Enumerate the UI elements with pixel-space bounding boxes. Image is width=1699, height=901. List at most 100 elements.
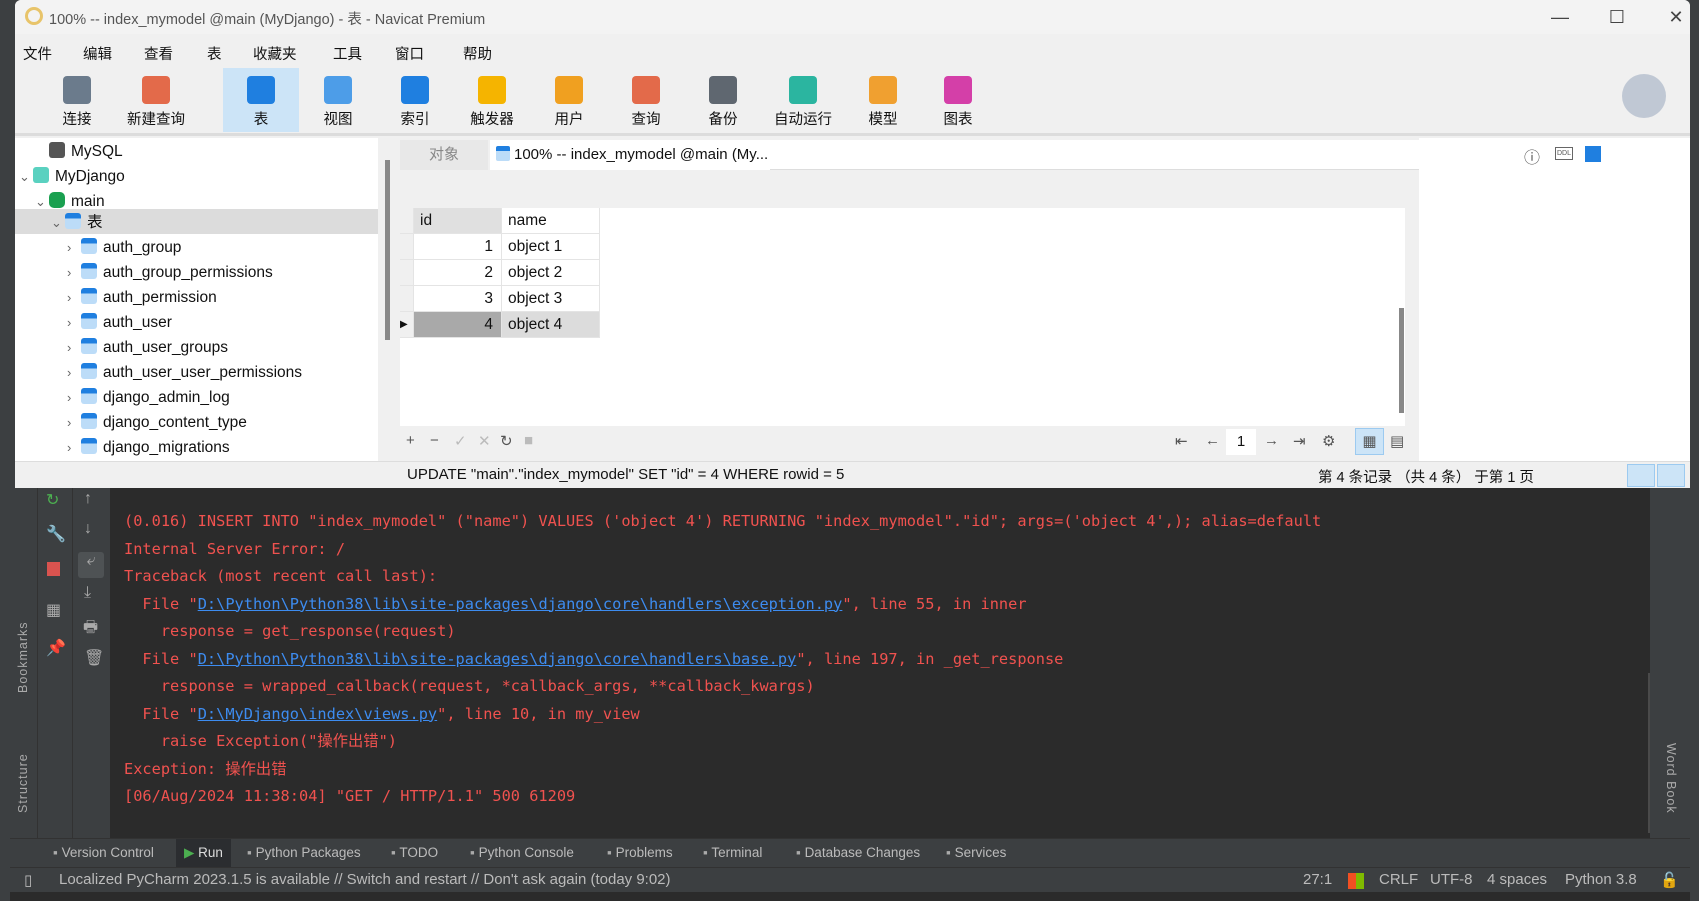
tree-table-item[interactable]: › django_migrations <box>67 435 230 460</box>
cell-id[interactable]: 3 <box>414 286 502 312</box>
first-page-icon[interactable]: ⇤ <box>1175 432 1188 450</box>
console-output[interactable]: (0.016) INSERT INTO "index_mymodel" ("na… <box>124 508 1321 811</box>
tree-table-item[interactable]: › auth_permission <box>67 285 217 310</box>
lock-icon[interactable]: 🔓 <box>1660 871 1679 889</box>
delete-record-icon[interactable]: − <box>430 432 439 449</box>
python-interpreter[interactable]: Python 3.8 <box>1565 871 1637 888</box>
tree-connection-mydjango[interactable]: ⌄ MyDjango <box>19 164 125 189</box>
scroll-to-end-icon[interactable]: ⤓ <box>84 584 91 602</box>
chevron-icon[interactable]: › <box>67 360 81 385</box>
chevron-icon[interactable]: › <box>67 435 81 460</box>
trash-icon[interactable]: 🗑 <box>84 648 104 668</box>
chevron-icon[interactable]: ⌄ <box>51 210 65 235</box>
line-separator[interactable]: CRLF <box>1379 871 1418 888</box>
discard-icon[interactable]: ✕ <box>478 432 491 450</box>
cell-id[interactable]: 1 <box>414 234 502 260</box>
chevron-icon[interactable]: › <box>67 335 81 360</box>
prev-page-icon[interactable]: ← <box>1205 432 1220 449</box>
toolbar-robot-button[interactable]: 自动运行 <box>765 68 841 132</box>
settings-icon[interactable]: ⚙ <box>1322 432 1335 450</box>
chevron-icon[interactable]: › <box>67 285 81 310</box>
row-selector[interactable] <box>400 234 414 260</box>
structure-tab[interactable]: Structure <box>16 753 30 813</box>
tool-tab-database-changes[interactable]: ▪ Database Changes <box>796 845 920 860</box>
apply-icon[interactable]: ✓ <box>454 432 467 450</box>
row-selector[interactable]: ▶ <box>400 312 414 338</box>
file-encoding[interactable]: UTF-8 <box>1430 871 1473 888</box>
tree-scrollbar[interactable] <box>385 160 390 340</box>
menu-file[interactable]: 文件 <box>23 43 52 64</box>
cell-id[interactable]: 2 <box>414 260 502 286</box>
tree-table-item[interactable]: › auth_group <box>67 235 181 260</box>
word-book-tab[interactable]: Word Book <box>1664 743 1678 814</box>
print-icon[interactable]: 🖶 <box>83 616 98 643</box>
arrow-down-icon[interactable]: ↓ <box>84 520 92 538</box>
tool-tab-version-control[interactable]: ▪ Version Control <box>53 845 154 860</box>
tool-tab-todo[interactable]: ▪ TODO <box>391 845 438 860</box>
chevron-icon[interactable]: › <box>67 310 81 335</box>
close-button[interactable]: ✕ <box>1656 4 1690 30</box>
cell-id[interactable]: 4 <box>414 312 502 338</box>
caret-position[interactable]: 27:1 <box>1303 871 1332 888</box>
toolbar-index-button[interactable]: 索引 <box>377 68 453 132</box>
stop-icon[interactable] <box>47 562 60 576</box>
menu-favorites[interactable]: 收藏夹 <box>253 43 297 64</box>
toolbar-backup-button[interactable]: 备份 <box>685 68 761 132</box>
chevron-icon[interactable]: › <box>67 235 81 260</box>
toolbar-plug-button[interactable]: 连接 <box>39 68 115 132</box>
stop-icon[interactable]: ■ <box>524 432 533 449</box>
tool-tab-run[interactable]: ▶ Run <box>176 839 231 868</box>
layout-icon[interactable]: ▦ <box>46 600 61 620</box>
menu-edit[interactable]: 编辑 <box>83 43 112 64</box>
bookmarks-tab[interactable]: Bookmarks <box>16 621 30 693</box>
row-selector[interactable] <box>400 260 414 286</box>
tree-table-item[interactable]: › django_admin_log <box>67 385 230 410</box>
status-message[interactable]: Localized PyCharm 2023.1.5 is available … <box>59 871 671 888</box>
toolbar-trigger-button[interactable]: 触发器 <box>454 68 530 132</box>
tab-objects[interactable]: 对象 <box>400 140 488 170</box>
toolbar-query-button[interactable]: 查询 <box>608 68 684 132</box>
tool-tab-python-console[interactable]: ▪ Python Console <box>470 845 574 860</box>
toggle-right-panel-icon[interactable] <box>1657 464 1685 487</box>
tool-tab-problems[interactable]: ▪ Problems <box>607 845 673 860</box>
grid-scrollbar[interactable] <box>1399 308 1404 413</box>
row-selector[interactable] <box>400 286 414 312</box>
toggle-left-panel-icon[interactable] <box>1627 464 1655 487</box>
tree-table-item[interactable]: › auth_user_groups <box>67 335 228 360</box>
tree-table-item[interactable]: › auth_user_user_permissions <box>67 360 302 385</box>
grid-layout-icon[interactable] <box>1585 146 1601 162</box>
menu-tools[interactable]: 工具 <box>333 43 362 64</box>
add-record-icon[interactable]: + <box>406 432 415 449</box>
soft-wrap-icon[interactable]: ⤶ <box>78 552 104 578</box>
refresh-icon[interactable]: ↻ <box>500 432 513 450</box>
cell-name[interactable]: object 3 <box>502 286 600 312</box>
indent-setting[interactable]: 4 spaces <box>1487 871 1547 888</box>
toolbar-table-button[interactable]: 表 <box>223 68 299 132</box>
info-icon[interactable]: ⓘ <box>1524 144 1540 168</box>
form-view-icon[interactable]: ▤ <box>1390 432 1404 450</box>
next-page-icon[interactable]: → <box>1264 432 1279 449</box>
column-header-id[interactable]: id <box>414 208 502 234</box>
tool-tab-terminal[interactable]: ▪ Terminal <box>703 845 762 860</box>
page-number-input[interactable]: 1 <box>1226 429 1256 455</box>
cell-name[interactable]: object 2 <box>502 260 600 286</box>
ddl-icon[interactable]: DDL <box>1555 147 1574 160</box>
file-link[interactable]: D:\Python\Python38\lib\site-packages\dja… <box>198 650 797 668</box>
menu-help[interactable]: 帮助 <box>463 43 492 64</box>
last-page-icon[interactable]: ⇥ <box>1293 432 1306 450</box>
tree-folder-tables[interactable]: ⌄ 表 <box>51 210 103 235</box>
tree-table-item[interactable]: › django_content_type <box>67 410 247 435</box>
rerun-icon[interactable]: ↻ <box>46 490 59 510</box>
chevron-icon[interactable]: › <box>67 260 81 285</box>
toolbar-chart-button[interactable]: 图表 <box>920 68 996 132</box>
tree-table-item[interactable]: › auth_group_permissions <box>67 260 273 285</box>
menu-window[interactable]: 窗口 <box>395 43 424 64</box>
toolbar-new-query-button[interactable]: 新建查询 <box>118 68 194 132</box>
tool-tab-services[interactable]: ▪ Services <box>946 845 1006 860</box>
chevron-icon[interactable]: ⌄ <box>35 189 49 214</box>
file-link[interactable]: D:\Python\Python38\lib\site-packages\dja… <box>198 595 843 613</box>
chevron-icon[interactable]: › <box>67 385 81 410</box>
arrow-up-icon[interactable]: ↑ <box>84 490 92 508</box>
wrench-icon[interactable]: 🔧 <box>46 524 66 544</box>
toolbar-model-button[interactable]: 模型 <box>845 68 921 132</box>
